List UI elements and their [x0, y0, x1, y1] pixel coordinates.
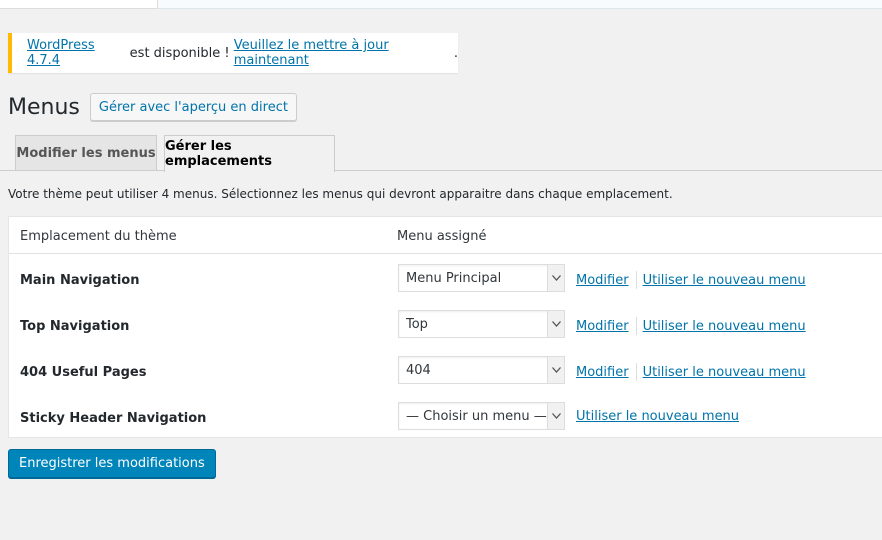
row-actions: Modifier Utiliser le nouveau menu — [576, 317, 806, 335]
locations-description: Votre thème peut utiliser 4 menus. Sélec… — [8, 187, 673, 201]
edit-menu-link[interactable]: Modifier — [576, 273, 629, 288]
update-notice: WordPress 4.7.4 est disponible ! Veuille… — [8, 33, 458, 73]
tabs-baseline — [0, 170, 882, 171]
row-actions: Modifier Utiliser le nouveau menu — [576, 363, 806, 381]
column-header-location: Emplacement du thème — [20, 229, 177, 244]
tab-edit-menus[interactable]: Modifier les menus — [15, 135, 157, 170]
top-strip-left — [0, 0, 158, 9]
link-divider — [635, 363, 637, 381]
use-new-menu-link[interactable]: Utiliser le nouveau menu — [643, 273, 806, 288]
table-row: 404 Useful Pages 404 Modifier Utiliser l… — [9, 346, 882, 392]
column-header-assigned-menu: Menu assigné — [397, 229, 487, 244]
location-name: Sticky Header Navigation — [20, 411, 207, 426]
use-new-menu-link[interactable]: Utiliser le nouveau menu — [576, 409, 739, 424]
use-new-menu-link[interactable]: Utiliser le nouveau menu — [643, 319, 806, 334]
title-row: Menus Gérer avec l'aperçu en direct — [8, 93, 297, 121]
chevron-down-icon — [547, 357, 564, 383]
menu-select-value: — Choisir un menu — — [406, 408, 547, 424]
live-preview-button[interactable]: Gérer avec l'aperçu en direct — [89, 93, 297, 121]
row-actions: Utiliser le nouveau menu — [576, 409, 739, 424]
menu-select[interactable]: — Choisir un menu — — [398, 402, 565, 430]
nav-tabs: Modifier les menus Gérer les emplacement… — [0, 134, 882, 172]
location-name: Main Navigation — [20, 273, 140, 288]
update-now-link[interactable]: Veuillez le mettre à jour maintenant — [234, 38, 454, 68]
menu-locations-table: Emplacement du thème Menu assigné Main N… — [8, 216, 882, 438]
wordpress-version-link[interactable]: WordPress 4.7.4 — [27, 38, 126, 68]
top-strip-right — [158, 0, 882, 9]
table-row: Sticky Header Navigation — Choisir un me… — [9, 392, 882, 438]
menu-select-value: Top — [406, 316, 428, 332]
top-strip — [0, 0, 882, 9]
notice-end: . — [453, 45, 458, 61]
table-row: Top Navigation Top Modifier Utiliser le … — [9, 300, 882, 346]
menu-select[interactable]: Top — [398, 310, 565, 338]
table-row: Main Navigation Menu Principal Modifier … — [9, 254, 882, 300]
save-changes-button[interactable]: Enregistrer les modifications — [8, 449, 216, 478]
chevron-down-icon — [547, 265, 564, 291]
tab-manage-locations[interactable]: Gérer les emplacements — [164, 135, 335, 172]
chevron-down-icon — [547, 403, 564, 429]
table-header: Emplacement du thème Menu assigné — [9, 217, 882, 254]
menu-select[interactable]: 404 — [398, 356, 565, 384]
notice-text: est disponible ! — [125, 45, 234, 61]
menu-select-value: 404 — [406, 362, 431, 378]
use-new-menu-link[interactable]: Utiliser le nouveau menu — [643, 365, 806, 380]
chevron-down-icon — [547, 311, 564, 337]
location-name: 404 Useful Pages — [20, 365, 147, 380]
link-divider — [635, 271, 637, 289]
page-title: Menus — [8, 94, 80, 120]
location-name: Top Navigation — [20, 319, 130, 334]
edit-menu-link[interactable]: Modifier — [576, 365, 629, 380]
link-divider — [635, 317, 637, 335]
menu-select-value: Menu Principal — [406, 270, 502, 286]
row-actions: Modifier Utiliser le nouveau menu — [576, 271, 806, 289]
edit-menu-link[interactable]: Modifier — [576, 319, 629, 334]
menu-select[interactable]: Menu Principal — [398, 264, 565, 292]
